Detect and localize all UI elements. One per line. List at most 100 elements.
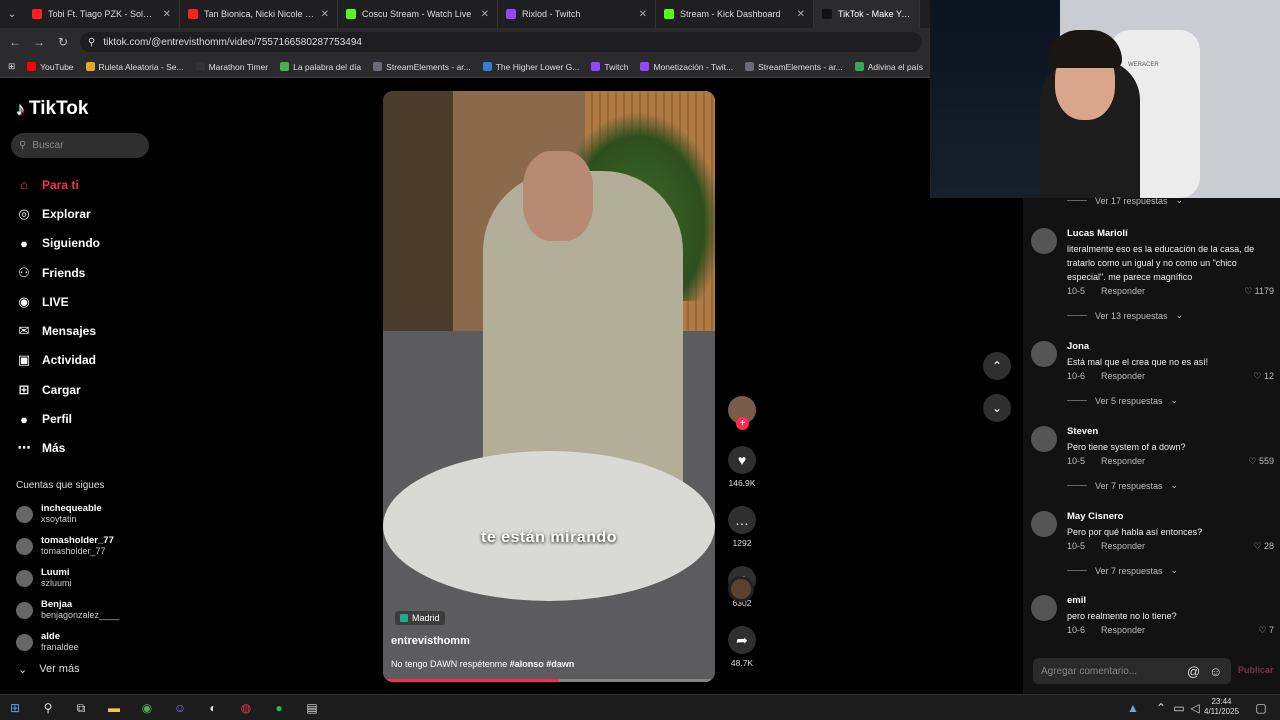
view-replies-button[interactable]: Ver 17 respuestas ⌄	[1067, 195, 1183, 206]
following-account[interactable]: tomasholder_77 tomasholder_77	[16, 530, 119, 562]
chrome-icon[interactable]: ◉	[138, 699, 156, 717]
windows-start-icon[interactable]: ⊞	[6, 699, 24, 717]
view-replies-button[interactable]: Ver 13 respuestas ⌄	[1067, 310, 1183, 321]
bookmark-item[interactable]: Adivina el país	[854, 62, 923, 72]
spotify-icon[interactable]: ●	[270, 699, 288, 717]
bookmark-item[interactable]: YouTube	[27, 62, 74, 72]
comment-like[interactable]: ♡ 1179	[1244, 286, 1274, 297]
view-replies-button[interactable]: Ver 7 respuestas ⌄	[1067, 480, 1178, 491]
mention-icon[interactable]: @	[1187, 664, 1200, 679]
reply-button[interactable]: Responder	[1101, 541, 1145, 551]
tab-close-icon[interactable]: ✕	[481, 9, 489, 20]
apps-icon[interactable]: ⊞	[8, 61, 15, 72]
tab-close-icon[interactable]: ✕	[163, 9, 171, 20]
author-avatar[interactable]: +	[728, 396, 756, 430]
search-input[interactable]: ⚲ Buscar	[11, 133, 149, 158]
bookmark-item[interactable]: Ruleta Aleatoria - Se...	[85, 62, 184, 72]
sidebar-item-siguiendo[interactable]: ● Siguiendo	[16, 229, 100, 258]
video-player[interactable]: te están mirando Madrid entrevisthomm No…	[383, 91, 715, 682]
following-account[interactable]: inchequeable xsoytatin	[16, 498, 119, 530]
sidebar-item-actividad[interactable]: ▣ Actividad	[16, 346, 100, 375]
discord-icon[interactable]: ☺	[171, 699, 189, 717]
comment-author[interactable]: Lucas Mariolí	[1067, 228, 1128, 239]
reply-button[interactable]: Responder	[1101, 456, 1145, 466]
comment-input[interactable]: Agregar comentario... @ ☺	[1033, 658, 1231, 684]
heart-icon[interactable]: ♥	[728, 446, 756, 474]
avatar[interactable]	[1031, 511, 1057, 537]
forward-button[interactable]: →	[32, 35, 46, 49]
obs-icon[interactable]: ◍	[237, 699, 255, 717]
notifications-icon[interactable]: ▢	[1252, 699, 1270, 717]
tab-close-icon[interactable]: ✕	[797, 9, 805, 20]
sidebar-item-live[interactable]: ◉ LIVE	[16, 287, 100, 316]
comment-like[interactable]: ♡ 28	[1253, 541, 1274, 552]
avatar[interactable]	[1031, 595, 1057, 621]
bookmark-item[interactable]: La palabra del día	[280, 62, 361, 72]
see-more-button[interactable]: ⌄ Ver más	[18, 663, 80, 676]
publish-button[interactable]: Publicar	[1238, 665, 1274, 675]
share-action[interactable]: ➦ 48.7K	[724, 626, 760, 668]
sidebar-item-friends[interactable]: ⚇ Friends	[16, 258, 100, 287]
hashtags[interactable]: #alonso #dawn	[510, 659, 575, 669]
emoji-icon[interactable]: ☺	[1209, 664, 1222, 679]
browser-tab[interactable]: TikTok - Make Your Day	[814, 0, 920, 28]
bookmark-item[interactable]: Marathon Timer	[195, 62, 268, 72]
browser-tab[interactable]: Tobi Ft. Tiago PZK - Solo en la C ✕	[24, 0, 180, 28]
video-progress-bar[interactable]	[387, 679, 711, 682]
following-account[interactable]: alde franaldee	[16, 626, 119, 658]
view-replies-button[interactable]: Ver 5 respuestas ⌄	[1067, 395, 1178, 406]
tray-chevron-icon[interactable]: ⌃	[1152, 699, 1170, 717]
sidebar-item-parati[interactable]: ⌂ Para ti	[16, 170, 100, 199]
share-icon[interactable]: ➦	[728, 626, 756, 654]
file-explorer-icon[interactable]: ▬	[105, 699, 123, 717]
tab-close-icon[interactable]: ✕	[321, 9, 329, 20]
bookmark-item[interactable]: Twitch	[591, 62, 628, 72]
comment-icon[interactable]: …	[728, 506, 756, 534]
browser-tab[interactable]: Tan Bionica, Nicki Nicole - Boq ✕	[180, 0, 338, 28]
sidebar-item-mensajes[interactable]: ✉ Mensajes	[16, 316, 100, 345]
bookmark-item[interactable]: StreamElements - ar...	[373, 62, 471, 72]
comment-like[interactable]: ♡ 559	[1248, 456, 1274, 467]
site-info-icon[interactable]: ⚲	[88, 37, 95, 48]
sidebar-item-cargar[interactable]: ⊞ Cargar	[16, 375, 100, 404]
bookmark-item[interactable]: The Higher Lower G...	[482, 62, 579, 72]
next-video-button[interactable]: ⌄	[983, 394, 1011, 422]
comment-author[interactable]: Steven	[1067, 426, 1098, 437]
bookmark-item[interactable]: Monetización - Twit...	[640, 62, 733, 72]
volume-icon[interactable]: ◁	[1186, 699, 1204, 717]
comment-like[interactable]: ♡ 7	[1258, 625, 1274, 636]
avatar[interactable]	[1031, 341, 1057, 367]
view-replies-button[interactable]: Ver 7 respuestas ⌄	[1067, 565, 1178, 576]
follow-plus-icon[interactable]: +	[736, 417, 749, 430]
comment-author[interactable]: emil	[1067, 595, 1086, 606]
app-icon[interactable]: ◐	[204, 699, 222, 717]
avatar[interactable]	[1031, 426, 1057, 452]
avatar[interactable]	[1031, 228, 1057, 254]
comment-action[interactable]: … 1292	[724, 506, 760, 548]
sidebar-item-perfil[interactable]: ● Perfil	[16, 404, 100, 433]
browser-tab[interactable]: Stream - Kick Dashboard ✕	[656, 0, 814, 28]
browser-tab[interactable]: Coscu Stream - Watch Live ✕	[338, 0, 498, 28]
video-author[interactable]: entrevisthomm	[391, 635, 470, 647]
music-disc-icon[interactable]	[728, 576, 754, 602]
task-view-icon[interactable]: ⧉	[72, 699, 90, 717]
browser-tab[interactable]: Rixlod - Twitch ✕	[498, 0, 656, 28]
bookmark-item[interactable]: StreamElements - ar...	[745, 62, 843, 72]
reply-button[interactable]: Responder	[1101, 286, 1145, 296]
location-tag[interactable]: Madrid	[395, 611, 445, 625]
comment-author[interactable]: May Cisnero	[1067, 511, 1124, 522]
url-field[interactable]: ⚲ tiktok.com/@entrevisthomm/video/755716…	[80, 32, 922, 52]
tiktok-logo[interactable]: ♪ TikTok	[16, 98, 88, 120]
reload-button[interactable]: ↻	[56, 35, 70, 49]
tray-app-icon[interactable]: ▲	[1124, 699, 1142, 717]
reply-button[interactable]: Responder	[1101, 371, 1145, 381]
reply-button[interactable]: Responder	[1101, 625, 1145, 635]
sidebar-item-explorar[interactable]: ◎ Explorar	[16, 199, 100, 228]
tab-close-icon[interactable]: ✕	[639, 9, 647, 20]
back-button[interactable]: ←	[8, 35, 22, 49]
tab-search-button[interactable]: ⌄	[0, 2, 24, 26]
following-account[interactable]: Benjaa benjagonzalez____	[16, 594, 119, 626]
previous-video-button[interactable]: ⌃	[983, 352, 1011, 380]
sidebar-item-ms[interactable]: ⋯ Más	[16, 434, 100, 463]
clock[interactable]: 23:44 4/11/2025	[1204, 697, 1239, 717]
